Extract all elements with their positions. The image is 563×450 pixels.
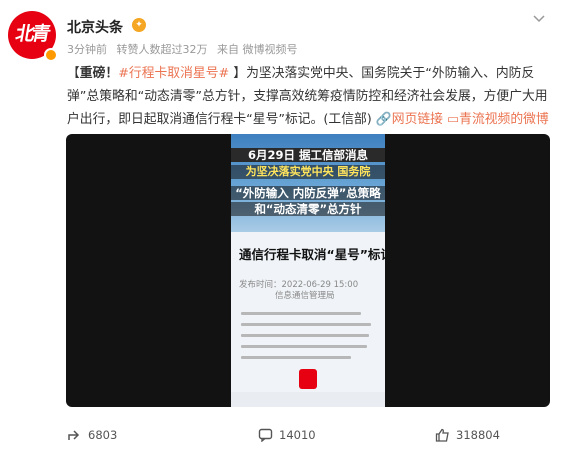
like-button[interactable]: 318804 [435,424,500,446]
frame-body-line [241,323,371,326]
share-icon [68,430,80,440]
comment-button[interactable]: 14010 [258,424,316,446]
post-time[interactable]: 3分钟前 [67,43,107,56]
repost-summary: 转赞人数超过32万 [116,43,208,56]
author-level-icon: ✦ [132,18,146,32]
comment-icon [258,428,273,442]
caption-line-2: 为坚决落实党中央 国务院 [231,165,385,179]
caption-line-1: 6月29日 据工信部消息 [231,148,385,162]
post-source[interactable]: 来自 微博视频号 [217,43,298,56]
web-link[interactable]: 🔗网页链接 [376,112,443,127]
frame-body-line [241,356,351,359]
comment-count: 14010 [279,428,316,442]
video-player[interactable]: 6月29日 据工信部消息 为坚决落实党中央 国务院 “外防输入 内防反弹”总策略… [66,134,550,407]
web-link-label: 网页链接 [391,112,443,127]
frame-footer [231,392,385,407]
verified-badge-icon [44,48,58,62]
post-meta: 3分钟前 转赞人数超过32万 来自 微博视频号 [67,41,304,57]
frame-headline: 通信行程卡取消“星号”标记 [239,247,385,262]
bracket-close: 】 [229,66,247,81]
share-count: 6803 [88,428,118,442]
frame-source: 信息通信管理局 [275,291,335,301]
frame-body-line [241,312,361,315]
caption-line-4: 和“动态清零”总方针 [231,202,385,216]
frame-body-line [241,345,367,348]
chevron-down-icon[interactable] [529,12,549,28]
like-count: 318804 [456,428,500,442]
share-button[interactable]: 6803 [67,424,117,446]
author-name[interactable]: 北京头条 [67,17,123,37]
alert-label: 重磅！ [79,66,119,81]
action-bar: 6803 14010 318804 [0,424,563,446]
frame-logo [299,369,317,389]
link-icon: 🔗 [375,112,392,127]
hashtag-link[interactable]: #行程卡取消星号# [118,66,229,81]
thumbs-up-icon [435,428,449,442]
avatar-logo-text: 北青 [13,23,50,45]
video-link-icon: ▭ [447,112,460,127]
frame-body-line [241,334,369,337]
caption-line-3: “外防输入 内防反弹”总策略 [231,186,385,200]
video-frame: 6月29日 据工信部消息 为坚决落实党中央 国务院 “外防输入 内防反弹”总策略… [231,134,385,407]
bracket-open: 【 [67,66,80,81]
